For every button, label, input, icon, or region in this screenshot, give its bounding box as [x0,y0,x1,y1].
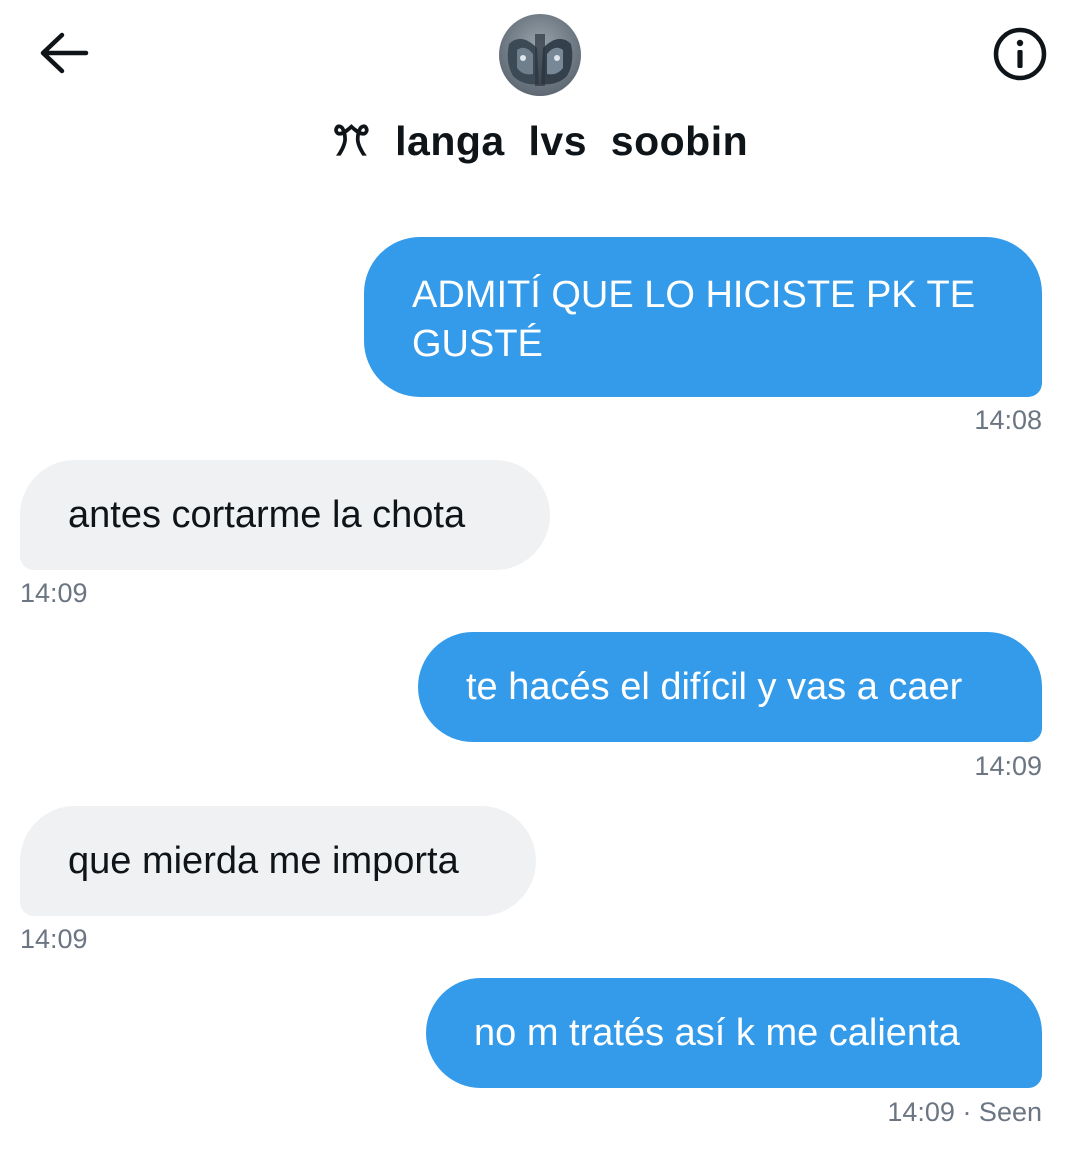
message-timestamp: 14:09 [20,578,88,608]
message-text: te hacés el difícil y vas a caer [466,666,963,708]
message-timestamp: 14:09 [20,924,88,954]
message-text: no m tratés así k me calienta [474,1012,960,1054]
message-timestamp: 14:09 · Seen [887,1097,1042,1127]
message-bubble-sent[interactable]: no m tratés así k me calienta [426,978,1042,1088]
message-thread: ADMITÍ QUE LO HICISTE PK TE GUSTÉ 14:08 … [0,0,1080,1151]
message-bubble-received[interactable]: que mierda me importa [20,806,536,916]
message-text: ADMITÍ QUE LO HICISTE PK TE GUSTÉ [412,274,976,365]
message-bubble-sent[interactable]: ADMITÍ QUE LO HICISTE PK TE GUSTÉ [364,237,1042,397]
message-bubble-sent[interactable]: te hacés el difícil y vas a caer [418,632,1042,742]
message-text: que mierda me importa [68,840,459,882]
message-text: antes cortarme la chota [68,494,466,536]
message-timestamp: 14:09 [974,751,1042,781]
message-bubble-received[interactable]: antes cortarme la chota [20,460,550,570]
message-timestamp: 14:08 [974,405,1042,435]
